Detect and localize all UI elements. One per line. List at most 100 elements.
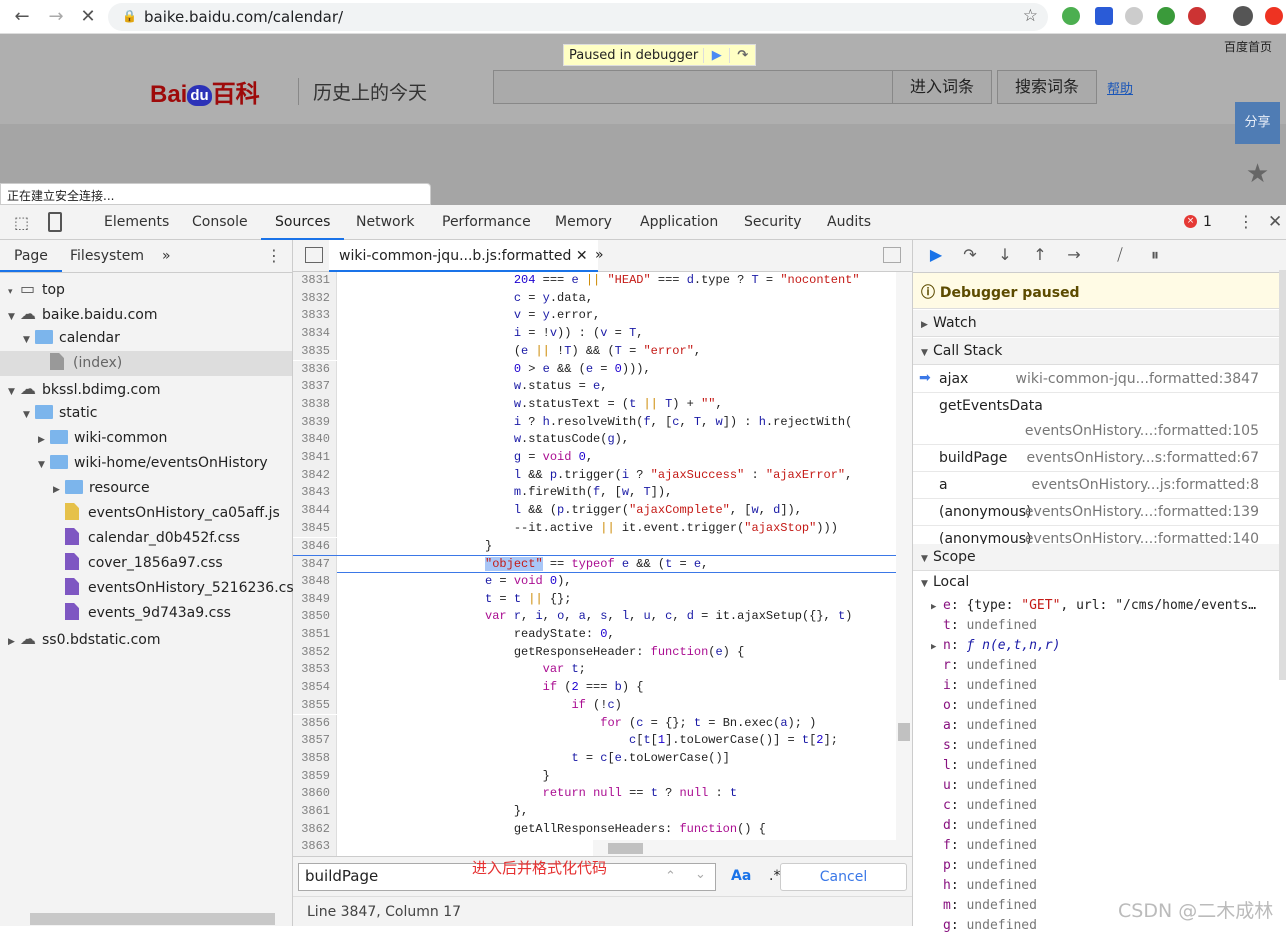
step-over-icon[interactable]: ↷	[729, 47, 755, 63]
vertical-scrollbar[interactable]	[1279, 270, 1286, 680]
extension-shield-icon[interactable]	[1062, 7, 1080, 25]
line-number[interactable]: 3851	[293, 626, 337, 644]
frame-location[interactable]: eventsOnHistory...js:formatted:8	[1032, 477, 1259, 493]
code-line[interactable]: 3841 g = void 0,	[293, 449, 896, 467]
frame-location[interactable]: eventsOnHistory...:formatted:105	[1025, 423, 1259, 439]
match-case-button[interactable]: Aa	[731, 868, 751, 884]
horizontal-scrollbar[interactable]	[593, 840, 896, 856]
line-number[interactable]: 3843	[293, 484, 337, 503]
find-previous-icon[interactable]: ⌃	[665, 869, 676, 884]
code-line[interactable]: 3856 for (c = {}; t = Bn.exec(a); )	[293, 714, 896, 733]
line-number[interactable]: 3836	[293, 360, 337, 379]
expand-arrow-icon[interactable]: ▶	[8, 630, 20, 655]
more-files-icon[interactable]: »	[595, 247, 604, 263]
code-line[interactable]: 3858 t = c[e.toLowerCase()]	[293, 749, 896, 768]
line-number[interactable]: 3854	[293, 679, 337, 697]
regex-button[interactable]: .*	[769, 868, 780, 884]
error-count[interactable]: 1	[1203, 214, 1212, 230]
baike-logo[interactable]: Bai du 百科	[150, 74, 260, 109]
scope-variable[interactable]: r: undefined	[931, 656, 1037, 676]
tree-item[interactable]: events_9d743a9.css	[0, 601, 292, 626]
step-out-icon[interactable]: ↑	[1027, 245, 1053, 267]
scope-variable[interactable]: f: undefined	[931, 836, 1037, 856]
extension-icon[interactable]	[1125, 7, 1143, 25]
pause-on-exceptions-icon[interactable]: ⏸	[1142, 245, 1168, 267]
tree-item[interactable]: cover_1856a97.css	[0, 551, 292, 576]
error-icon[interactable]: ×	[1184, 215, 1197, 228]
tree-item[interactable]: ▶ wiki-common	[0, 426, 292, 451]
code-line[interactable]: 3857 c[t[1].toLowerCase()] = t[2];	[293, 732, 896, 750]
deactivate-breakpoints-icon[interactable]: ⧸	[1107, 245, 1133, 267]
line-number[interactable]: 3841	[293, 449, 337, 467]
code-line[interactable]: 3845 --it.active || it.event.trigger("aj…	[293, 519, 896, 538]
line-number[interactable]: 3852	[293, 643, 337, 662]
code-line[interactable]: 3836 0 > e && (e = 0))),	[293, 360, 896, 379]
extension-icon[interactable]	[1157, 7, 1175, 25]
line-number[interactable]: 3847	[293, 556, 337, 574]
code-editor[interactable]: 3831 204 === e || "HEAD" === d.type ? T …	[293, 272, 896, 856]
code-line[interactable]: 3837 w.status = e,	[293, 378, 896, 396]
resume-icon[interactable]: ▶	[923, 245, 949, 267]
tab-application[interactable]: Application	[626, 205, 732, 240]
line-number[interactable]: 3832	[293, 289, 337, 308]
tree-item[interactable]: ▼ ☁ baike.baidu.com	[0, 301, 292, 326]
tab-elements[interactable]: Elements	[90, 205, 183, 240]
help-link[interactable]: 帮助	[1107, 78, 1133, 97]
vertical-scrollbar[interactable]	[896, 272, 912, 856]
tree-item[interactable]: ▾ ▭ top	[0, 276, 292, 301]
line-number[interactable]: 3838	[293, 395, 337, 414]
tab-memory[interactable]: Memory	[541, 205, 626, 240]
tab-network[interactable]: Network	[342, 205, 428, 240]
scope-variable[interactable]: a: undefined	[931, 716, 1037, 736]
forward-icon[interactable]: →	[44, 5, 68, 29]
code-line[interactable]: 3838 w.statusText = (t || T) + "",	[293, 395, 896, 414]
tab-filesystem[interactable]: Filesystem	[56, 240, 158, 272]
code-line[interactable]: 3862 getAllResponseHeaders: function() {	[293, 820, 896, 839]
line-number[interactable]: 3848	[293, 572, 337, 591]
star-icon[interactable]: ☆	[1023, 6, 1038, 26]
code-line[interactable]: 3861 },	[293, 803, 896, 821]
tree-item[interactable]: eventsOnHistory_ca05aff.js	[0, 501, 292, 526]
code-line[interactable]: 3849 t = t || {};	[293, 590, 896, 609]
line-number[interactable]: 3858	[293, 749, 337, 768]
line-number[interactable]: 3853	[293, 661, 337, 680]
line-number[interactable]: 3855	[293, 696, 337, 715]
scope-variable[interactable]: c: undefined	[931, 796, 1037, 816]
code-line[interactable]: 3843 m.fireWith(f, [w, T]),	[293, 484, 896, 503]
favorite-star-icon[interactable]: ★	[1235, 144, 1280, 205]
code-line[interactable]: 3833 v = y.error,	[293, 307, 896, 326]
scope-variable[interactable]: ▶ n: ƒ n(e,t,n,r)	[931, 636, 1060, 656]
editor-file-tab[interactable]: wiki-common-jqu...b.js:formatted ✕	[329, 240, 598, 272]
tree-item[interactable]: ▼ ☁ bkssl.bdimg.com	[0, 376, 292, 401]
scope-variable[interactable]: p: undefined	[931, 856, 1037, 876]
expand-arrow-icon[interactable]: ▼	[23, 328, 35, 353]
line-number[interactable]: 3833	[293, 307, 337, 326]
call-frame[interactable]: ➡ ajax wiki-common-jqu...formatted:3847	[913, 366, 1281, 393]
line-number[interactable]: 3849	[293, 590, 337, 609]
call-frame[interactable]: a eventsOnHistory...js:formatted:8	[913, 472, 1281, 499]
code-line[interactable]: 3844 l && (p.trigger("ajaxComplete", [w,…	[293, 502, 896, 520]
step-into-icon[interactable]: ↓	[992, 245, 1018, 267]
code-line[interactable]: 3850 var r, i, o, a, s, l, u, c, d = it.…	[293, 608, 896, 626]
expand-arrow-icon[interactable]: ▼	[38, 453, 50, 478]
line-number[interactable]: 3863	[293, 838, 337, 856]
code-line[interactable]: 3835 (e || !T) && (T = "error",	[293, 342, 896, 361]
close-devtools-icon[interactable]: ✕	[1268, 212, 1282, 232]
extension-icon[interactable]	[1095, 7, 1113, 25]
line-number[interactable]: 3856	[293, 714, 337, 733]
tab-audits[interactable]: Audits	[813, 205, 885, 240]
code-line[interactable]: 3831 204 === e || "HEAD" === d.type ? T …	[293, 272, 896, 290]
call-frame[interactable]: getEventsData eventsOnHistory...:formatte…	[913, 393, 1281, 445]
tab-console[interactable]: Console	[178, 205, 262, 240]
code-line[interactable]: 3853 var t;	[293, 661, 896, 680]
scroll-thumb[interactable]	[608, 843, 643, 854]
call-frame[interactable]: buildPage eventsOnHistory...s:formatted:6…	[913, 445, 1281, 472]
code-line[interactable]: 3848 e = void 0),	[293, 572, 896, 591]
cancel-button[interactable]: Cancel	[780, 863, 907, 891]
call-frame[interactable]: (anonymous) eventsOnHistory...:formatted:…	[913, 499, 1281, 526]
toggle-debugger-icon[interactable]	[883, 247, 901, 263]
expand-arrow-icon[interactable]: ▼	[23, 403, 35, 428]
account-icon[interactable]	[1233, 6, 1253, 26]
baidu-home-link[interactable]: 百度首页	[1224, 38, 1272, 55]
step-over-icon[interactable]: ↷	[957, 245, 983, 267]
